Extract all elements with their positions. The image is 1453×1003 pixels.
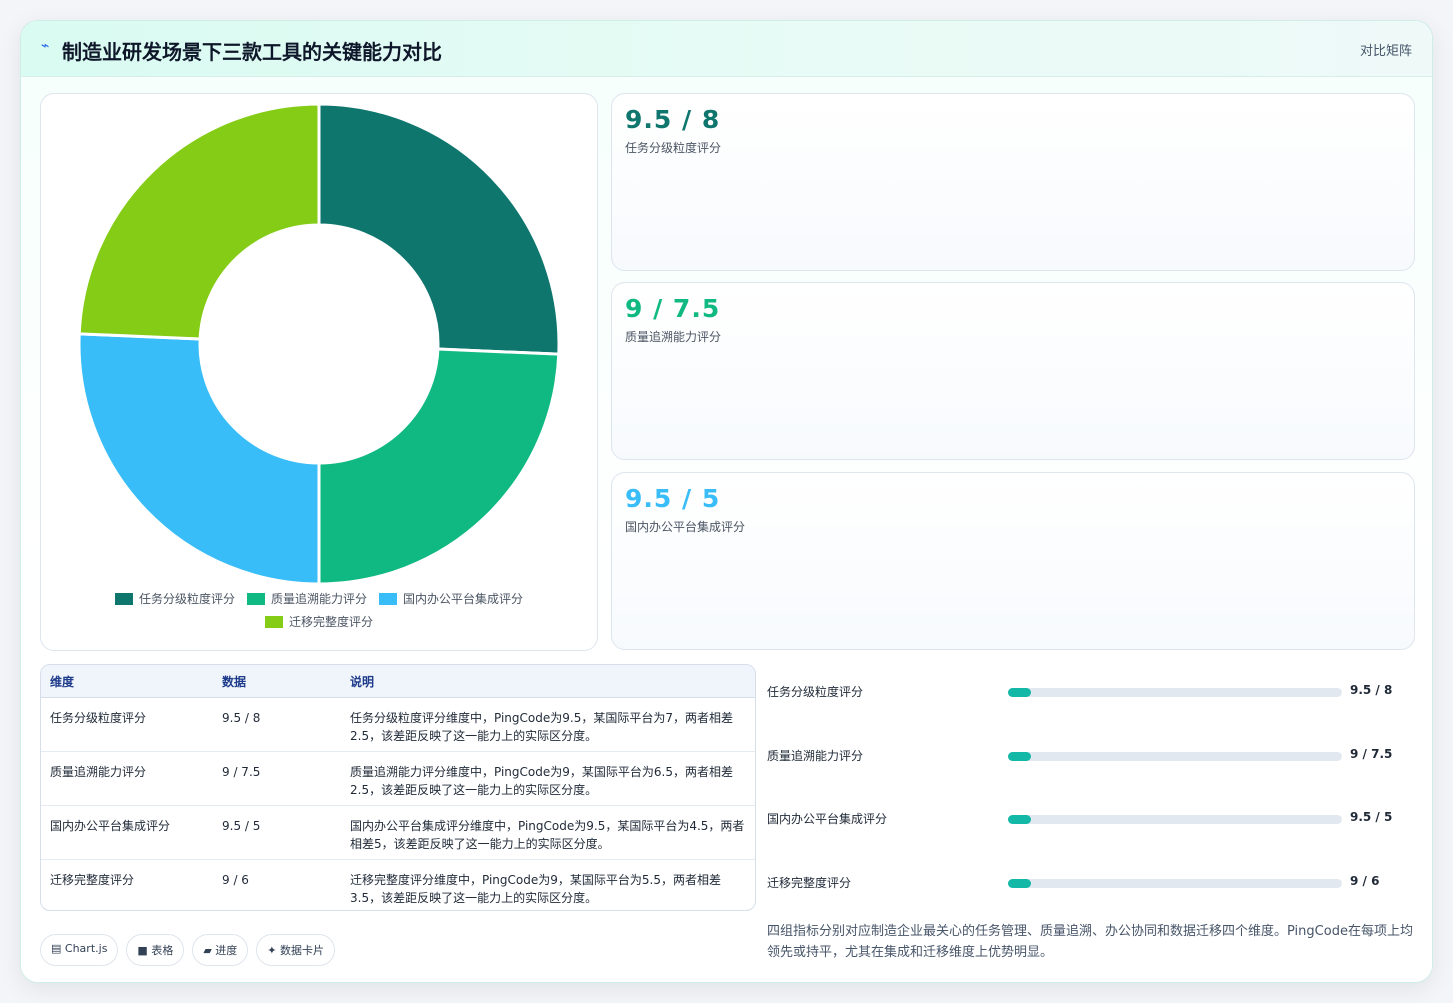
card-icon: ✦ <box>267 944 277 957</box>
table-cell: 国内办公平台集成评分 <box>41 805 213 860</box>
progress-value: 9 / 7.5 <box>1350 747 1393 761</box>
progress-track <box>1008 752 1342 761</box>
sparkle-icon: ⌁ <box>41 38 50 54</box>
chip-label: 进度 <box>215 944 238 957</box>
chip-table[interactable]: ■ 表格 <box>126 934 185 966</box>
progress-label: 国内办公平台集成评分 <box>767 812 888 826</box>
stat-label: 任务分级粒度评分 <box>625 141 722 155</box>
chip-label: 数据卡片 <box>280 944 325 957</box>
table-row: 迁移完整度评分 9 / 6 迁移完整度评分维度中，PingCode为9，某国际平… <box>41 860 755 911</box>
progress-value: 9 / 6 <box>1350 874 1380 888</box>
table-cell: 国内办公平台集成评分维度中，PingCode为9.5，某国际平台为4.5，两者相… <box>341 805 755 860</box>
progress-fill <box>1008 688 1032 697</box>
legend-label: 任务分级粒度评分 <box>138 592 235 606</box>
table-cell: 9.5 / 5 <box>213 805 341 860</box>
progress-icon: ▰ <box>203 944 212 957</box>
table-row: 质量追溯能力评分 9 / 7.5 质量追溯能力评分维度中，PingCode为9，… <box>41 751 755 806</box>
chip-label: 表格 <box>151 944 174 957</box>
legend-item[interactable]: 国内办公平台集成评分 <box>379 590 523 607</box>
table-cell: 9.5 / 8 <box>213 697 341 752</box>
legend-swatch <box>379 592 397 605</box>
legend-label: 质量追溯能力评分 <box>270 592 367 606</box>
progress-track <box>1008 815 1342 824</box>
chip-progress[interactable]: ▰ 进度 <box>192 934 249 966</box>
comparison-card: ⌁ 制造业研发场景下三款工具的关键能力对比 对比矩阵 任务分级粒度评分 质量追溯… <box>20 20 1433 983</box>
chart-legend: 任务分级粒度评分 质量追溯能力评分 国内办公平台集成评分 迁移完整度评分 <box>41 590 597 636</box>
chart-icon: ▤ <box>51 942 62 955</box>
legend-item[interactable]: 迁移完整度评分 <box>264 613 373 630</box>
column-header: 数据 <box>213 665 341 698</box>
header-tag: 对比矩阵 <box>1359 44 1412 59</box>
progress-row: 迁移完整度评分 9 / 6 <box>767 871 1417 895</box>
table-icon: ■ <box>137 944 148 957</box>
chip-label: Chart.js <box>64 942 108 955</box>
page-title: 制造业研发场景下三款工具的关键能力对比 <box>62 40 442 64</box>
card-header: ⌁ 制造业研发场景下三款工具的关键能力对比 对比矩阵 <box>21 21 1432 77</box>
summary-note: 四组指标分别对应制造企业最关心的任务管理、质量追溯、办公协同和数据迁移四个维度。… <box>767 924 1413 960</box>
legend-swatch <box>246 592 265 605</box>
table-cell: 迁移完整度评分维度中，PingCode为9，某国际平台为5.5，两者相差3.5，… <box>350 873 721 905</box>
table-cell: 质量追溯能力评分 <box>41 751 213 806</box>
legend-swatch <box>264 615 283 628</box>
legend-label: 国内办公平台集成评分 <box>403 592 524 606</box>
table-cell: 任务分级粒度评分维度中，PingCode为9.5，某国际平台为7，两者相差2.5… <box>341 697 755 752</box>
table-cell: 9 / 6 <box>222 873 249 887</box>
tech-chips: ▤ Chart.js ■ 表格 ▰ 进度 ✦ 数据卡片 <box>40 934 336 966</box>
progress-fill <box>1008 815 1032 824</box>
chip-chartjs[interactable]: ▤ Chart.js <box>40 934 119 966</box>
table-cell: 9 / 7.5 <box>213 751 341 806</box>
stat-label: 质量追溯能力评分 <box>625 330 722 344</box>
progress-label: 迁移完整度评分 <box>767 876 852 890</box>
stat-card: 9 / 7.5 质量追溯能力评分 <box>611 282 1415 460</box>
data-table: 维度 数据 说明 任务分级粒度评分 9.5 / 8 任务分级粒度评分维度中，Pi… <box>40 664 756 911</box>
table-header-row: 维度 数据 说明 <box>41 665 755 698</box>
progress-label: 任务分级粒度评分 <box>767 685 864 699</box>
doughnut-chart-panel: 任务分级粒度评分 质量追溯能力评分 国内办公平台集成评分 迁移完整度评分 <box>40 93 598 651</box>
table-cell: 质量追溯能力评分维度中，PingCode为9，某国际平台为6.5，两者相差2.5… <box>341 751 755 806</box>
progress-row: 任务分级粒度评分 9.5 / 8 <box>767 680 1417 704</box>
legend-label: 迁移完整度评分 <box>288 615 373 629</box>
progress-row: 国内办公平台集成评分 9.5 / 5 <box>767 807 1417 831</box>
stat-value: 9 / 7.5 <box>625 294 721 323</box>
doughnut-slice[interactable] <box>77 102 321 341</box>
progress-fill <box>1008 752 1032 761</box>
legend-swatch <box>114 592 133 605</box>
table-row: 国内办公平台集成评分 9.5 / 5 国内办公平台集成评分维度中，PingCod… <box>41 805 755 860</box>
table-cell: 任务分级粒度评分 <box>41 697 213 752</box>
progress-track <box>1008 688 1342 697</box>
table-row: 任务分级粒度评分 9.5 / 8 任务分级粒度评分维度中，PingCode为9.… <box>41 697 755 752</box>
doughnut-slice[interactable] <box>77 332 321 586</box>
legend-item[interactable]: 质量追溯能力评分 <box>246 590 367 607</box>
progress-track <box>1008 879 1342 888</box>
column-header: 说明 <box>341 665 755 698</box>
chip-data-card[interactable]: ✦ 数据卡片 <box>256 934 336 966</box>
progress-value: 9.5 / 5 <box>1350 810 1393 824</box>
table-cell: 迁移完整度评分 <box>50 873 135 887</box>
progress-label: 质量追溯能力评分 <box>767 749 864 763</box>
stat-card: 9.5 / 5 国内办公平台集成评分 <box>611 472 1415 650</box>
progress-fill <box>1008 879 1032 888</box>
legend-item[interactable]: 任务分级粒度评分 <box>114 590 235 607</box>
stat-card: 9.5 / 8 任务分级粒度评分 <box>611 93 1415 271</box>
column-header: 维度 <box>41 665 213 698</box>
stat-value: 9.5 / 8 <box>625 105 721 134</box>
doughnut-chart <box>77 102 561 586</box>
stat-value: 9.5 / 5 <box>625 484 721 513</box>
doughnut-slice[interactable] <box>317 102 561 356</box>
stat-label: 国内办公平台集成评分 <box>625 520 746 534</box>
progress-row: 质量追溯能力评分 9 / 7.5 <box>767 744 1417 768</box>
doughnut-slice[interactable] <box>317 347 561 586</box>
progress-value: 9.5 / 8 <box>1350 683 1393 697</box>
